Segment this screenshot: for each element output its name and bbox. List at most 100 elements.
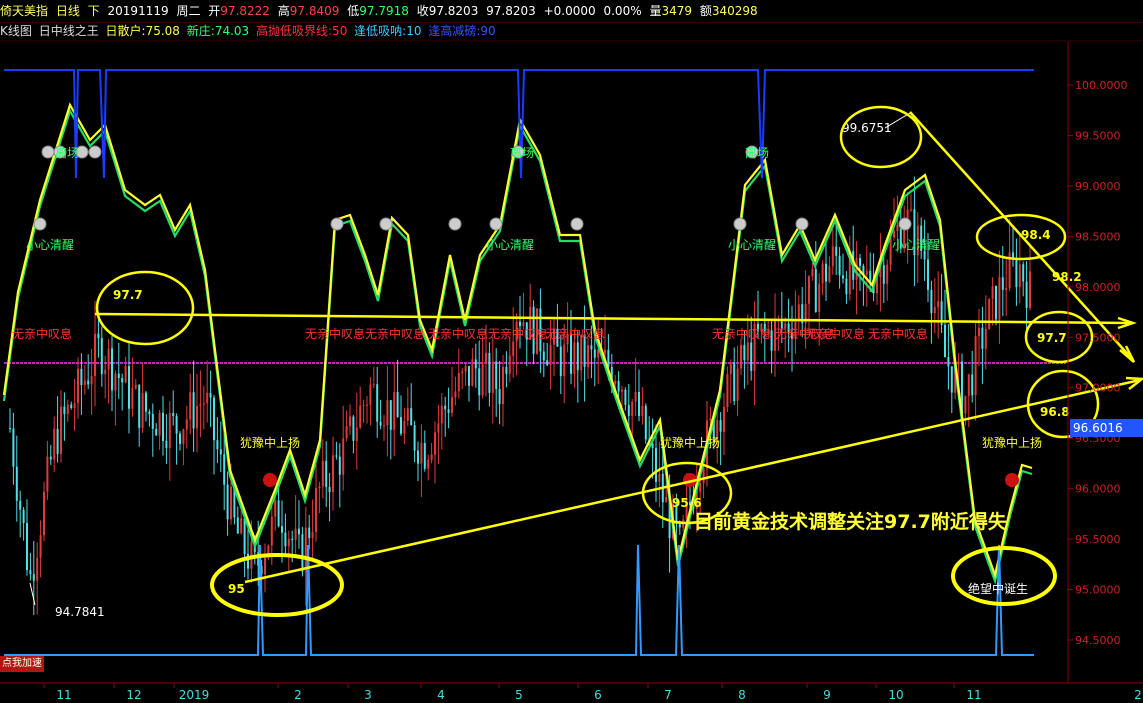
candle-body [56,428,59,455]
current-price-box: 96.6016 [1070,418,1143,437]
caution-signal-label: 小心清醒 [486,238,534,252]
smiley-signal-icon [330,217,344,231]
smiley-signal-icon [88,145,102,159]
candle-body [32,574,35,581]
candle-body [474,359,477,369]
candle-body [481,363,484,396]
candle-body [311,531,314,539]
candle-body [828,266,831,282]
candle-body [546,360,549,366]
candle-body [427,459,430,469]
candle-body [440,405,443,424]
candle-body [355,427,358,441]
candle-body [100,338,103,375]
candle-body [740,344,742,369]
smiley-signal-icon [379,217,393,231]
candle-body [845,278,848,295]
candle-body [984,328,987,349]
candle-body [733,362,736,402]
candle-body [498,388,501,405]
candle-body [508,355,511,374]
candle-body [678,523,681,528]
wait-signal-label: 无亲中叹息 [868,326,928,341]
candle-body [383,425,385,427]
candle-body [454,391,457,398]
y-tick-label: 96.0000 [1075,483,1121,496]
candle-body [559,346,562,377]
candle-body [223,454,226,485]
candle-body [264,557,266,575]
caution-signal-label: 小心清醒 [892,238,940,252]
candle-body [168,413,171,448]
candle-body [12,428,15,467]
hope-signal-label: 犹豫中上扬 [240,435,300,450]
candle-body [134,384,137,389]
candle-body [192,392,195,429]
y-tick-label: 98.0000 [1075,281,1121,294]
candle-body [576,342,579,371]
candle-body [73,403,76,408]
candle-body [1001,277,1004,290]
wait-signal-label: 无亲中叹息 [428,326,488,341]
y-tick-label: 95.5000 [1075,533,1121,546]
candle-body [104,369,107,375]
candle-body [471,359,474,386]
resistance-line [94,312,1131,325]
candle-body [389,400,392,430]
candle-body [230,486,232,520]
candle-body [281,526,283,533]
candle-body [287,538,290,547]
candle-body [332,455,334,493]
smiley-signal-icon [448,217,462,231]
candle-body [658,473,661,482]
candle-body [549,344,552,366]
candle-body [145,392,147,412]
candle-body [491,361,494,393]
annotation-value-label: 98.4 [1021,228,1051,242]
x-tick-label: 2019 [179,688,210,702]
candle-body [172,413,175,417]
candle-body [338,456,341,475]
x-tick-label: 6 [594,688,602,702]
candle-body [719,420,722,432]
speed-up-button[interactable]: 点我加速 [0,656,44,672]
candle-body [138,384,141,428]
candle-body [379,421,382,426]
wait-signal-label: 无亲中叹息 [305,326,365,341]
candle-body [393,392,396,430]
candle-body [236,517,239,534]
candle-body [437,423,440,433]
candle-body [631,401,634,416]
candle-body [304,527,307,572]
candle-body [927,259,929,290]
annotation-circle [95,270,195,346]
candle-body [420,442,423,464]
candle-body [655,447,657,482]
candle-body [111,348,113,391]
low-suck-signal-line [4,544,1034,656]
candle-body [202,403,205,405]
candle-body [213,397,215,441]
candle-body [995,285,997,320]
smiley-signal-icon [33,217,47,231]
candle-body [298,528,300,535]
candle-body [209,392,212,398]
candle-body [614,380,617,385]
annotation-value-label: 97.7 [1037,331,1067,345]
price-chart[interactable]: 离场 离场 离场小心清醒 小心清醒 小心清醒 小心清醒无亲中叹息 无亲中叹息 无亲中叹息 无亲中… [0,0,1143,703]
candle-body [107,348,110,370]
candle-body [604,349,606,354]
smiley-signal-icon [795,217,809,231]
candle-body [46,456,49,492]
candle-body [342,438,345,475]
candle-body [369,384,372,405]
candle-body [366,404,368,406]
candle-body [590,345,593,350]
candle-body [978,327,980,337]
chart-window: 倚天美指 日线 下 20191119 周二 开97.8222 高97.8409 … [0,0,1143,703]
candle-body [634,391,637,402]
candle-body [485,352,487,364]
candle-body [944,324,946,357]
candle-body [189,392,192,420]
candle-body [641,405,644,416]
